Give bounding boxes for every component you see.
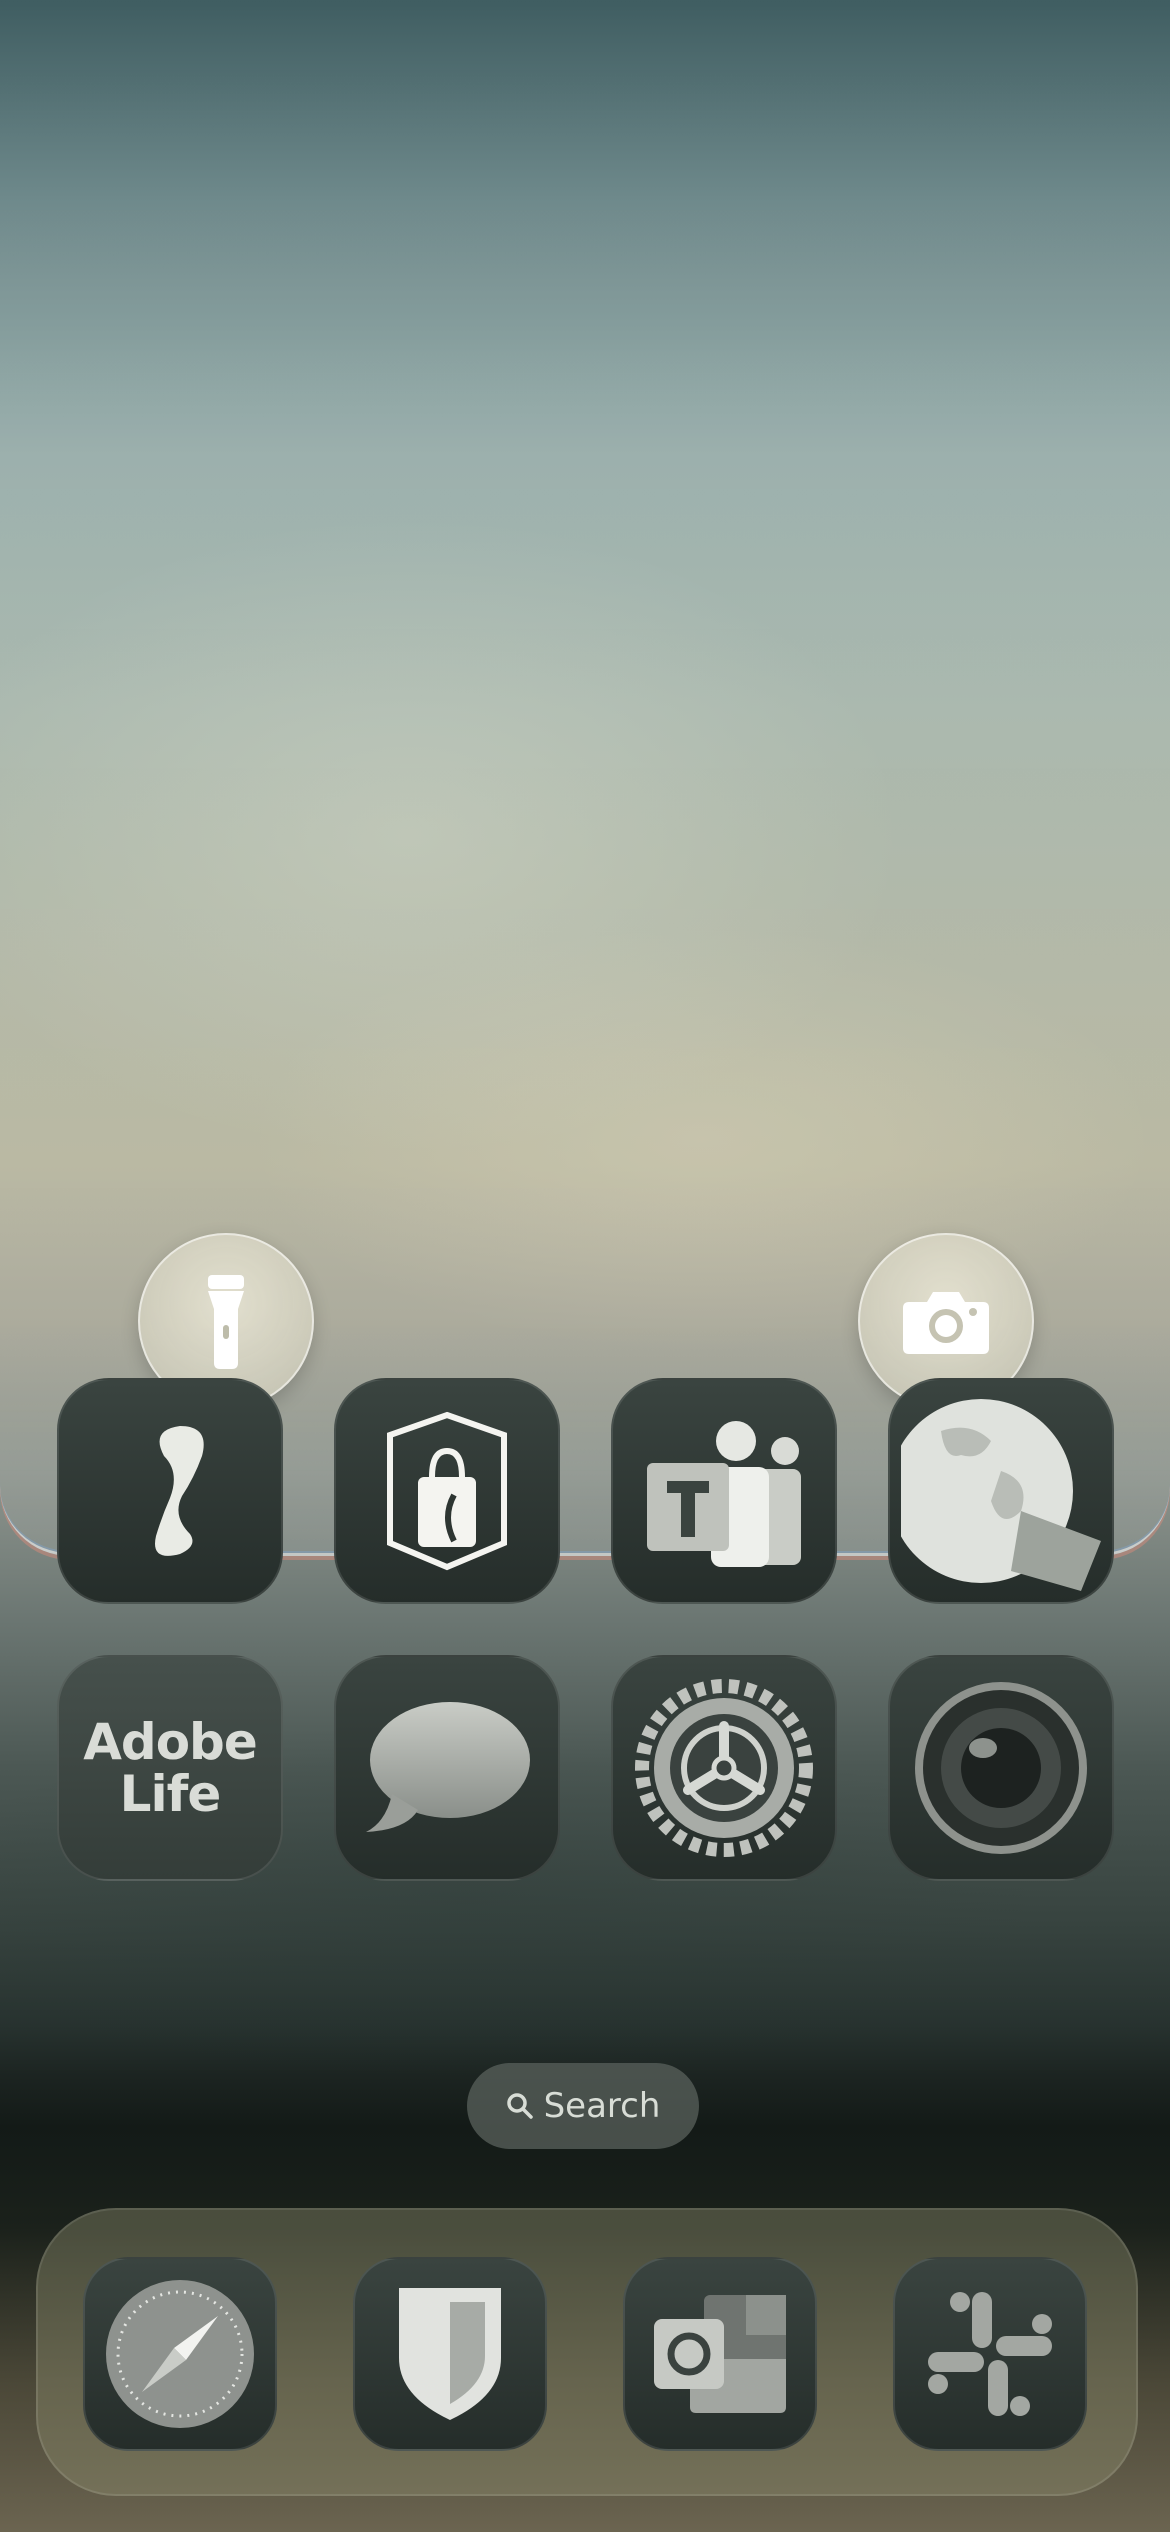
adobe-life-line2: Life (119, 1765, 222, 1823)
adobe-life-icon: Adobe Life (83, 1713, 258, 1823)
camera-lens-app[interactable] (888, 1655, 1114, 1881)
messages-app[interactable] (334, 1655, 560, 1881)
settings-icon (635, 1679, 813, 1857)
teams-app[interactable] (611, 1378, 837, 1604)
teams-icon (647, 1421, 801, 1567)
search-button[interactable]: Search (467, 2063, 699, 2149)
adobe-life-line1: Adobe (83, 1713, 258, 1771)
outlook-icon (654, 2295, 786, 2413)
search-icon (506, 2093, 533, 2119)
shopping-app[interactable] (334, 1378, 560, 1604)
bitwarden-app[interactable] (353, 2257, 547, 2451)
bitwarden-shield-icon (399, 2288, 501, 2420)
search-label: Search (543, 2086, 661, 2126)
slack-app[interactable] (893, 2257, 1087, 2451)
globe-icon (901, 1399, 1101, 1591)
camera-lens-icon (915, 1682, 1087, 1854)
outlook-app[interactable] (623, 2257, 817, 2451)
app-squiggle-icon (155, 1426, 204, 1556)
app-squiggle[interactable] (57, 1378, 283, 1604)
settings-app[interactable] (611, 1655, 837, 1881)
globe-app[interactable] (888, 1378, 1114, 1604)
shopping-bag-icon (387, 1411, 507, 1571)
messages-icon (366, 1702, 530, 1832)
safari-icon (106, 2280, 254, 2428)
adobe-life-app[interactable]: Adobe Life (57, 1655, 283, 1881)
safari-app[interactable] (83, 2257, 277, 2451)
flashlight-icon (208, 1275, 244, 1369)
slack-icon (928, 2292, 1052, 2416)
camera-icon (903, 1292, 989, 1354)
